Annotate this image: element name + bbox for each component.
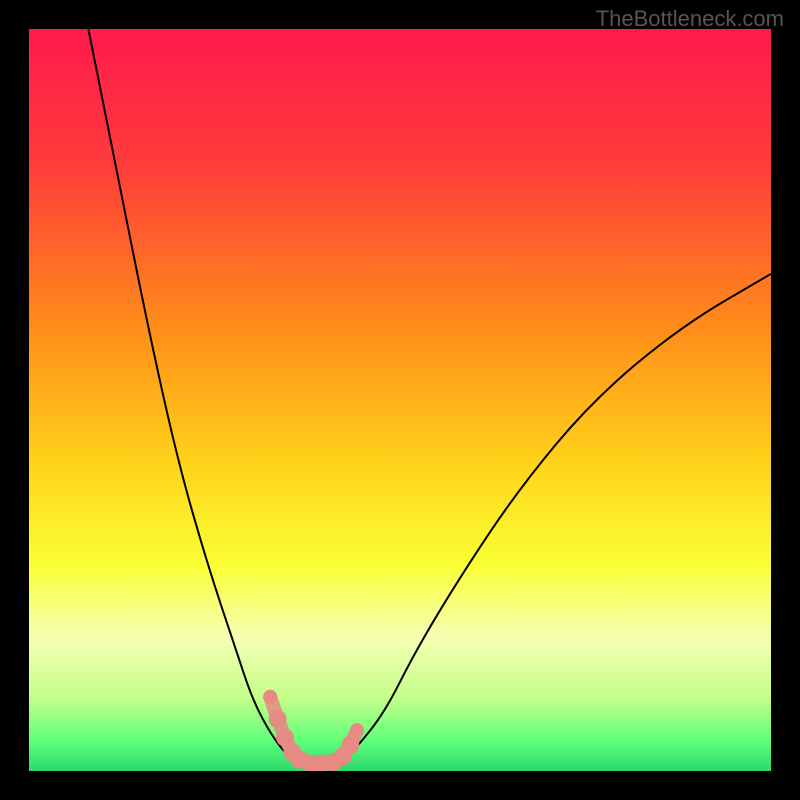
plot-area: [29, 29, 771, 771]
annotation-dot: [341, 736, 359, 754]
annotation-dot: [350, 723, 364, 737]
chart-frame: TheBottleneck.com: [0, 0, 800, 800]
curve-layer: [29, 29, 771, 771]
curve-left-branch: [88, 29, 296, 764]
annotation-dot: [269, 710, 287, 728]
curve-right-branch: [341, 274, 771, 764]
annotation-dot: [263, 690, 277, 704]
watermark-text: TheBottleneck.com: [596, 6, 784, 32]
